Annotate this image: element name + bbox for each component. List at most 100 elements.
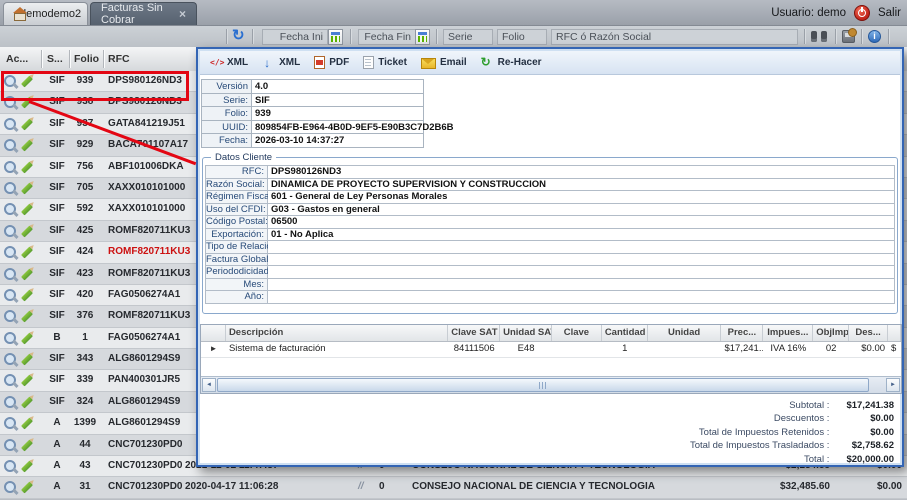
totals-block: Subtotal : $17,241.38Descuentos : $0.00T…: [474, 399, 894, 466]
view-icon[interactable]: [4, 289, 16, 301]
edit-icon[interactable]: [21, 354, 33, 366]
view-icon[interactable]: [4, 396, 16, 408]
view-icon[interactable]: [4, 310, 16, 322]
edit-icon[interactable]: [21, 396, 33, 408]
refresh-icon[interactable]: ↻: [232, 27, 245, 45]
items-col-header[interactable]: Clave: [552, 325, 602, 341]
items-col-header[interactable]: Descripción: [226, 325, 448, 341]
total-value: $0.00: [832, 412, 894, 425]
separator: [252, 29, 253, 44]
scroll-right-icon[interactable]: ►: [886, 378, 900, 392]
edit-icon[interactable]: [21, 247, 33, 259]
cell-rfc: FAG0506274A1: [108, 328, 180, 348]
items-col-header[interactable]: ObjImp...: [813, 325, 849, 341]
xml-button[interactable]: XML: [262, 57, 300, 69]
edit-icon[interactable]: [21, 332, 33, 344]
view-icon[interactable]: [4, 460, 16, 472]
cell-folio: 1399: [68, 413, 102, 433]
view-icon[interactable]: [4, 246, 16, 258]
edit-icon[interactable]: [21, 204, 33, 216]
edit-icon[interactable]: [21, 375, 33, 387]
cell-folio: 31: [68, 477, 102, 497]
folio-input[interactable]: Folio: [497, 29, 547, 45]
items-col-header[interactable]: [201, 325, 226, 341]
cliente-field-row: Régimen Fiscal:601 - General de Ley Pers…: [205, 190, 895, 204]
edit-icon[interactable]: [21, 182, 33, 194]
xml-button[interactable]: XML: [210, 57, 248, 69]
rfc-razon-input[interactable]: RFC ó Razón Social: [551, 29, 798, 45]
power-icon[interactable]: [854, 5, 870, 21]
edit-icon[interactable]: [21, 311, 33, 323]
item-row[interactable]: ►Sistema de facturación84111506E481$17,2…: [201, 342, 901, 358]
view-icon[interactable]: [4, 139, 16, 151]
scrollbar-thumb[interactable]: [217, 378, 869, 392]
edit-icon[interactable]: [21, 289, 33, 301]
edit-icon[interactable]: [21, 439, 33, 451]
items-col-header[interactable]: Cantidad: [602, 325, 648, 341]
edit-icon[interactable]: [21, 118, 33, 130]
tab-facturas-sin-cobrar[interactable]: Facturas Sin Cobrar ×: [90, 2, 197, 25]
ticket-button[interactable]: Ticket: [363, 56, 407, 69]
edit-icon[interactable]: [21, 161, 33, 173]
field-value: SIF: [252, 93, 424, 108]
fecha-fin-calendar-icon[interactable]: [415, 29, 430, 45]
fecha-ini-input[interactable]: Fecha Ini: [262, 29, 328, 45]
cell-rfc: XAXX010101000: [108, 178, 185, 198]
scroll-left-icon[interactable]: ◄: [202, 378, 216, 392]
view-icon[interactable]: [4, 268, 16, 280]
edit-icon[interactable]: [21, 461, 33, 473]
items-col-header[interactable]: Clave SAT: [448, 325, 500, 341]
view-icon[interactable]: [4, 118, 16, 130]
view-icon[interactable]: [4, 353, 16, 365]
datos-cliente-fieldset: Datos Cliente RFC:DPS980126ND3Razón Soci…: [202, 157, 898, 314]
view-icon[interactable]: [4, 332, 16, 344]
view-icon[interactable]: [4, 203, 16, 215]
item-cell: 02: [813, 342, 849, 357]
col-serie[interactable]: S...: [47, 47, 63, 71]
view-icon[interactable]: [4, 417, 16, 429]
export-settings-icon[interactable]: [842, 30, 855, 43]
items-col-header[interactable]: Impues...: [763, 325, 813, 341]
search-icon[interactable]: [811, 31, 827, 42]
cliente-field-row: Periododicidad:: [205, 265, 895, 279]
expand-row-icon[interactable]: ►: [201, 342, 226, 357]
serie-input[interactable]: Serie: [443, 29, 493, 45]
horizontal-scrollbar[interactable]: ◄ ►: [201, 376, 901, 393]
view-icon[interactable]: [4, 374, 16, 386]
email-button[interactable]: Email: [421, 56, 467, 69]
col-folio[interactable]: Folio: [74, 47, 99, 71]
view-icon[interactable]: [4, 225, 16, 237]
separator: [861, 29, 862, 44]
view-icon[interactable]: [4, 439, 16, 451]
separator: [103, 50, 104, 68]
re-hacer-button[interactable]: Re-Hacer: [481, 57, 542, 69]
field-label: Razón Social:: [205, 178, 268, 192]
fecha-fin-input[interactable]: Fecha Fin: [358, 29, 416, 45]
pdf-button[interactable]: PDF: [314, 56, 349, 69]
tab-home[interactable]: demodemo2: [3, 2, 88, 25]
items-col-header[interactable]: Unidad SAT: [500, 325, 552, 341]
close-tab-icon[interactable]: ×: [179, 9, 186, 19]
items-col-header[interactable]: [888, 325, 901, 341]
items-col-header[interactable]: Prec...: [721, 325, 763, 341]
field-label: Versión CFDI:: [201, 79, 252, 94]
view-icon[interactable]: [4, 161, 16, 173]
edit-icon[interactable]: [21, 482, 33, 494]
view-icon[interactable]: [4, 182, 16, 194]
col-acciones[interactable]: Ac...: [6, 47, 28, 71]
invoice-row[interactable]: A31CNC701230PD02020-04-17 11:06:28//0CON…: [0, 477, 907, 498]
cliente-field-row: Exportación:01 - No Aplica: [205, 228, 895, 242]
logout-button[interactable]: Salir: [878, 7, 901, 19]
fecha-ini-calendar-icon[interactable]: [328, 29, 343, 45]
edit-icon[interactable]: [21, 140, 33, 152]
col-rfc[interactable]: RFC: [108, 47, 130, 71]
items-col-header[interactable]: Unidad: [648, 325, 722, 341]
items-col-header[interactable]: Des...: [849, 325, 888, 341]
edit-icon[interactable]: [21, 225, 33, 237]
edit-icon[interactable]: [21, 418, 33, 430]
view-icon[interactable]: [4, 481, 16, 493]
info-icon[interactable]: i: [868, 30, 881, 43]
cell-rfc: ROMF820711KU3: [108, 306, 190, 326]
edit-icon[interactable]: [21, 268, 33, 280]
cell-importe: $32,485.60: [740, 477, 830, 497]
